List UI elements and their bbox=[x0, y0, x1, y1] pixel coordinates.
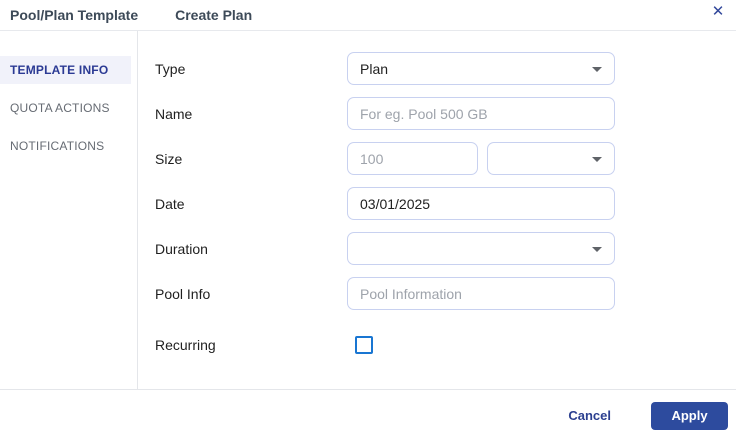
template-info-form: Type Name Size bbox=[138, 31, 736, 389]
recurring-checkbox[interactable] bbox=[355, 335, 373, 354]
dialog-subtitle: Create Plan bbox=[175, 7, 253, 23]
recurring-label: Recurring bbox=[155, 336, 216, 353]
duration-label: Duration bbox=[155, 240, 208, 257]
pool-info-input[interactable] bbox=[347, 277, 615, 310]
name-row: Name bbox=[138, 97, 736, 130]
cancel-button[interactable]: Cancel bbox=[568, 408, 611, 423]
close-icon[interactable]: ✕ bbox=[707, 0, 729, 22]
dialog-body: TEMPLATE INFO QUOTA ACTIONS NOTIFICATION… bbox=[0, 31, 736, 389]
size-row: Size bbox=[138, 142, 736, 175]
type-label: Type bbox=[155, 60, 186, 77]
type-select[interactable] bbox=[347, 52, 615, 85]
date-row: Date bbox=[138, 187, 736, 220]
apply-button[interactable]: Apply bbox=[651, 401, 728, 430]
dialog-header: Pool/Plan Template Create Plan ✕ bbox=[0, 0, 736, 31]
pool-info-label: Pool Info bbox=[155, 285, 211, 302]
sidebar: TEMPLATE INFO QUOTA ACTIONS NOTIFICATION… bbox=[0, 31, 138, 389]
date-input[interactable] bbox=[347, 187, 615, 220]
sidebar-item-quota-actions[interactable]: QUOTA ACTIONS bbox=[0, 94, 131, 122]
size-label: Size bbox=[155, 150, 183, 167]
size-input[interactable] bbox=[347, 142, 478, 175]
duration-row: Duration bbox=[138, 232, 736, 265]
name-label: Name bbox=[155, 105, 193, 122]
size-unit-select[interactable] bbox=[487, 142, 615, 175]
dialog-footer: Cancel Apply bbox=[0, 389, 736, 441]
create-plan-dialog: Pool/Plan Template Create Plan ✕ TEMPLAT… bbox=[0, 0, 736, 441]
type-row: Type bbox=[138, 52, 736, 85]
name-input[interactable] bbox=[347, 97, 615, 130]
pool-info-row: Pool Info bbox=[138, 277, 736, 310]
dialog-title: Pool/Plan Template bbox=[10, 7, 139, 23]
duration-select[interactable] bbox=[347, 232, 615, 265]
sidebar-item-notifications[interactable]: NOTIFICATIONS bbox=[0, 132, 131, 160]
sidebar-item-template-info[interactable]: TEMPLATE INFO bbox=[0, 56, 131, 84]
date-label: Date bbox=[155, 195, 185, 212]
recurring-row: Recurring bbox=[138, 328, 736, 361]
